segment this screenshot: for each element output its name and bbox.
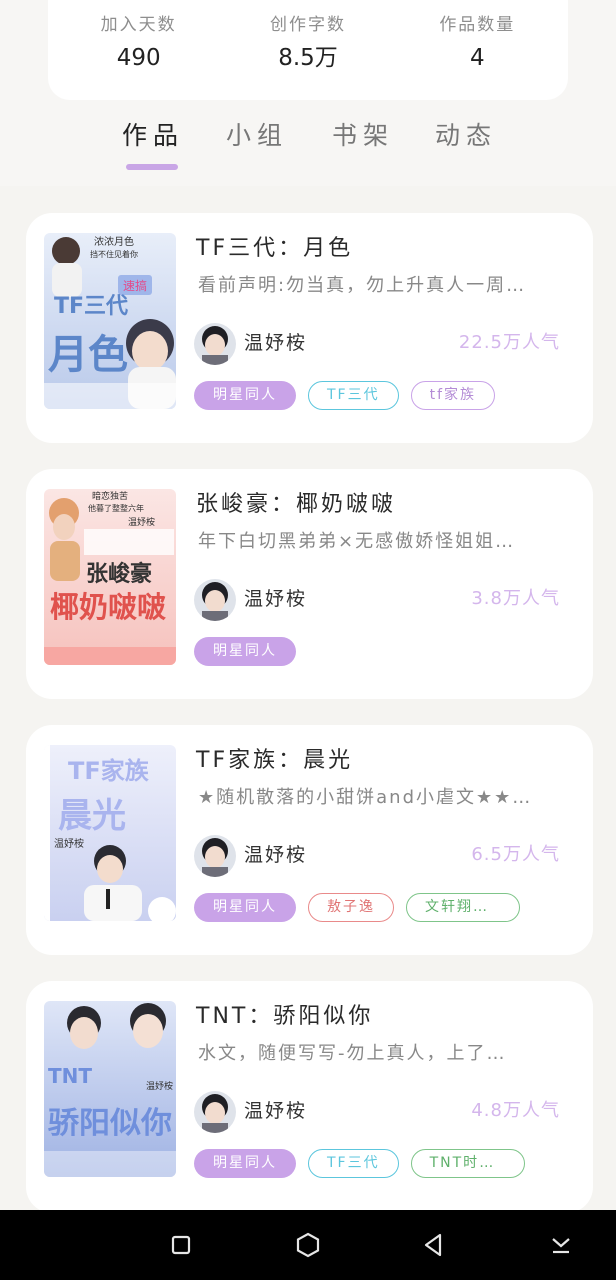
notifications-icon[interactable] bbox=[546, 1230, 576, 1260]
tag-list: 明星同人 TF三代 TNT时代… bbox=[194, 1149, 525, 1179]
tag-list: 明星同人 TF三代 tf家族 bbox=[194, 381, 496, 411]
stat-value: 4 bbox=[469, 45, 485, 71]
home-icon[interactable] bbox=[293, 1230, 323, 1260]
author-name[interactable]: 温妤桉 bbox=[244, 1097, 307, 1125]
tag-chip[interactable]: TF三代 bbox=[308, 381, 399, 410]
avatar[interactable] bbox=[194, 579, 236, 621]
cover-name-text: 张峻豪 bbox=[86, 561, 152, 587]
cover-author-text: 温妤桉 bbox=[54, 837, 84, 850]
system-nav-bar bbox=[0, 1210, 616, 1280]
stat-label: 创作字数 bbox=[269, 15, 346, 35]
author-name[interactable]: 温妤桉 bbox=[244, 841, 307, 869]
cover-tagline: 暗恋独苦 bbox=[92, 490, 128, 502]
popularity-count: 6.5万人气 bbox=[471, 844, 560, 865]
author-name[interactable]: 温妤桉 bbox=[244, 329, 307, 357]
book-title[interactable]: 张峻豪：椰奶啵啵 bbox=[196, 491, 396, 519]
avatar[interactable] bbox=[194, 835, 236, 877]
stat-value: 8.5万 bbox=[278, 45, 338, 71]
popularity-count: 4.8万人气 bbox=[471, 1100, 560, 1121]
tab-groups[interactable]: 小组 bbox=[226, 116, 288, 156]
cover-series-text: TF三代 bbox=[54, 294, 128, 319]
profile-header: 加入天数 490 创作字数 8.5万 作品数量 4 作品 小组 书架 动态 bbox=[0, 0, 616, 186]
tag-list: 明星同人 敖子逸 文轩翔… bbox=[194, 893, 520, 923]
stat-label: 作品数量 bbox=[439, 15, 516, 35]
book-title[interactable]: TNT：骄阳似你 bbox=[196, 1003, 373, 1031]
active-tab-indicator bbox=[126, 164, 178, 170]
author-row: 温妤桉 22.5万人气 bbox=[194, 321, 560, 367]
cover-title-text: 月色 bbox=[48, 332, 128, 378]
book-cover[interactable]: TNT 骄阳似你 温妤桉 bbox=[44, 1001, 176, 1177]
book-card[interactable]: TNT 骄阳似你 温妤桉 TNT：骄阳似你 水文，随便写写-勿上真人，上了… 温… bbox=[26, 981, 593, 1213]
back-icon[interactable] bbox=[419, 1230, 449, 1260]
book-description: 水文，随便写写-勿上真人，上了… bbox=[198, 1043, 507, 1064]
tag-chip[interactable]: 明星同人 bbox=[194, 381, 296, 410]
cover-badge-text: 速搞 bbox=[123, 278, 147, 293]
tag-chip[interactable]: tf家族 bbox=[410, 381, 496, 410]
author-row: 温妤桉 4.8万人气 bbox=[194, 1089, 560, 1135]
book-card[interactable]: 暗恋独苦 他暮了整整六年 温妤桉 张峻豪 椰奶啵啵 张峻豪：椰奶啵啵 年下白切黑… bbox=[26, 469, 593, 699]
stat-join-days: 加入天数 490 bbox=[64, 14, 214, 72]
tag-chip[interactable]: TF三代 bbox=[308, 1149, 399, 1178]
cover-series-text: TF家族 bbox=[68, 757, 150, 785]
cover-tagline: 浓浓月色 bbox=[94, 235, 134, 248]
tab-bookshelf[interactable]: 书架 bbox=[332, 116, 394, 156]
cover-title-text: 晨光 bbox=[58, 796, 126, 836]
tag-chip[interactable]: 明星同人 bbox=[194, 1149, 296, 1178]
recent-apps-icon[interactable] bbox=[166, 1230, 196, 1260]
author-row: 温妤桉 3.8万人气 bbox=[194, 577, 560, 623]
stat-value: 490 bbox=[116, 45, 161, 71]
book-cover-image: 暗恋独苦 他暮了整整六年 温妤桉 张峻豪 椰奶啵啵 bbox=[44, 489, 176, 665]
book-card[interactable]: 速搞 浓浓月色 挡不住见着你 TF三代 月色 TF三代：月色 看前声明:勿当真，… bbox=[26, 213, 593, 443]
book-description: 年下白切黑弟弟×无感傲娇怪姐姐… bbox=[198, 531, 516, 552]
popularity-count: 3.8万人气 bbox=[471, 588, 560, 609]
book-cover[interactable]: 速搞 浓浓月色 挡不住见着你 TF三代 月色 bbox=[44, 233, 176, 409]
stats-card: 加入天数 490 创作字数 8.5万 作品数量 4 bbox=[48, 0, 568, 100]
book-cover-image: TF家族 晨光 温妤桉 bbox=[44, 745, 176, 921]
book-title[interactable]: TF家族：晨光 bbox=[196, 747, 353, 775]
tag-chip[interactable]: 文轩翔… bbox=[406, 893, 520, 922]
cover-tagline: 挡不住见着你 bbox=[90, 249, 138, 259]
stat-label: 加入天数 bbox=[100, 15, 177, 35]
book-description: 看前声明:勿当真，勿上升真人一周… bbox=[198, 275, 527, 296]
cover-title-text: 骄阳似你 bbox=[48, 1106, 172, 1141]
tag-list: 明星同人 bbox=[194, 637, 296, 667]
author-row: 温妤桉 6.5万人气 bbox=[194, 833, 560, 879]
book-cover[interactable]: 暗恋独苦 他暮了整整六年 温妤桉 张峻豪 椰奶啵啵 bbox=[44, 489, 176, 665]
stat-work-count: 作品数量 4 bbox=[402, 14, 552, 72]
popularity-count: 22.5万人气 bbox=[458, 332, 560, 353]
tab-activity[interactable]: 动态 bbox=[435, 116, 497, 156]
book-cover[interactable]: TF家族 晨光 温妤桉 bbox=[44, 745, 176, 921]
book-card[interactable]: TF家族 晨光 温妤桉 TF家族：晨光 ★随机散落的小甜饼and小虐文★★… 温… bbox=[26, 725, 593, 955]
tag-chip[interactable]: 明星同人 bbox=[194, 637, 296, 666]
cover-title-text: 椰奶啵啵 bbox=[50, 590, 166, 624]
book-cover-image: 速搞 浓浓月色 挡不住见着你 TF三代 月色 bbox=[44, 233, 176, 409]
tag-chip[interactable]: TNT时代… bbox=[410, 1149, 525, 1178]
book-title[interactable]: TF三代：月色 bbox=[196, 235, 353, 263]
avatar[interactable] bbox=[194, 323, 236, 365]
cover-author-text: 温妤桉 bbox=[146, 1080, 173, 1092]
avatar[interactable] bbox=[194, 1091, 236, 1133]
profile-works-page: 加入天数 490 创作字数 8.5万 作品数量 4 作品 小组 书架 动态 速搞… bbox=[0, 0, 616, 1280]
cover-series-text: TNT bbox=[48, 1064, 92, 1088]
tag-chip[interactable]: 明星同人 bbox=[194, 893, 296, 922]
book-description: ★随机散落的小甜饼and小虐文★★… bbox=[198, 787, 533, 808]
stat-word-count: 创作字数 8.5万 bbox=[233, 14, 383, 72]
author-name[interactable]: 温妤桉 bbox=[244, 585, 307, 613]
cover-author-text: 温妤桉 bbox=[128, 516, 155, 528]
tag-chip[interactable]: 敖子逸 bbox=[308, 893, 394, 922]
tab-works[interactable]: 作品 bbox=[122, 116, 184, 156]
cover-tagline: 他暮了整整六年 bbox=[88, 503, 144, 513]
book-cover-image: TNT 骄阳似你 温妤桉 bbox=[44, 1001, 176, 1177]
profile-tabs: 作品 小组 书架 动态 bbox=[100, 116, 520, 176]
